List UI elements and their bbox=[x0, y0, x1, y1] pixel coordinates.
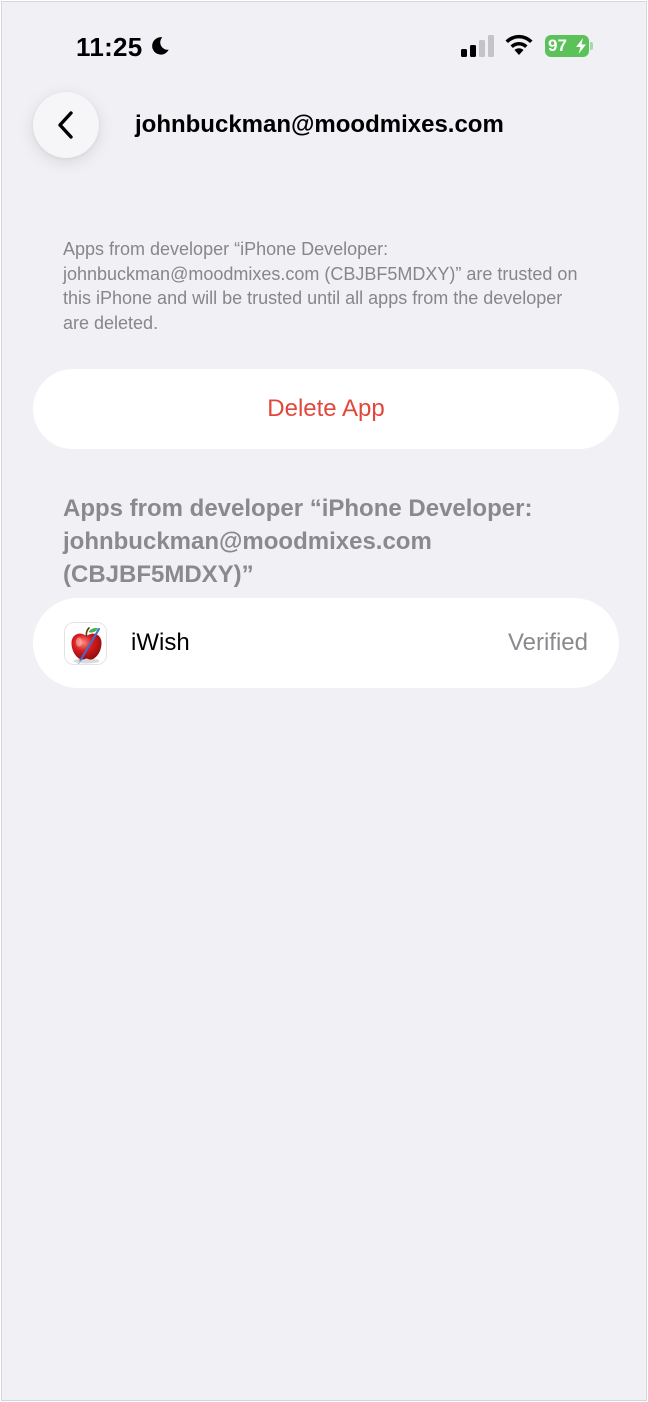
signal-icon bbox=[461, 35, 494, 57]
battery-icon: 97 bbox=[545, 35, 593, 57]
apps-section-header: Apps from developer “iPhone Developer: j… bbox=[63, 495, 533, 588]
battery-cap bbox=[590, 42, 593, 50]
delete-app-button[interactable]: Delete App bbox=[33, 369, 619, 449]
battery-level: 97 bbox=[548, 36, 567, 55]
chevron-left-icon bbox=[58, 111, 73, 139]
back-button[interactable] bbox=[33, 92, 99, 158]
bolt-icon bbox=[576, 38, 586, 54]
status-bar: 11:25 97 bbox=[2, 2, 646, 92]
apple-app-icon bbox=[64, 622, 107, 665]
delete-app-label: Delete App bbox=[267, 395, 385, 422]
app-name: iWish bbox=[131, 629, 190, 656]
settings-screen: 11:25 97 johnbuckman@moodmixes.com Apps … bbox=[1, 1, 647, 1401]
wifi-icon bbox=[505, 34, 533, 55]
status-time: 11:25 bbox=[76, 32, 143, 62]
app-list-item[interactable]: iWish Verified bbox=[33, 598, 619, 688]
trust-description: Apps from developer “iPhone Developer: j… bbox=[63, 239, 578, 333]
moon-icon bbox=[152, 37, 169, 55]
app-verification-status: Verified bbox=[507, 629, 588, 656]
page-title: johnbuckman@moodmixes.com bbox=[135, 111, 504, 138]
